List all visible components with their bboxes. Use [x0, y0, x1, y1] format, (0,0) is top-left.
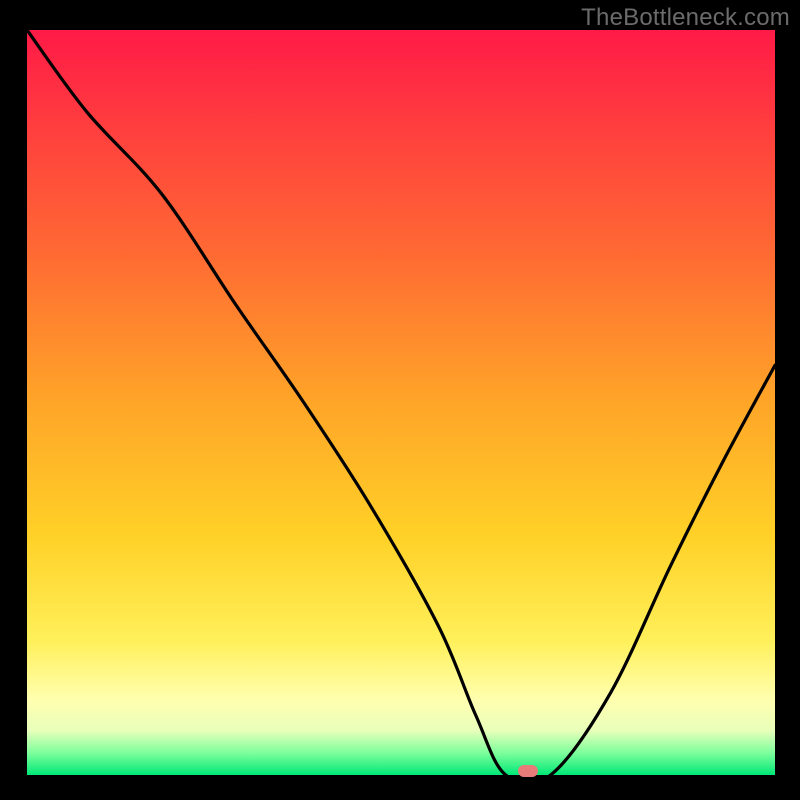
plot-area: [27, 30, 775, 775]
bottleneck-curve: [27, 30, 775, 775]
watermark-text: TheBottleneck.com: [581, 4, 790, 32]
optimal-marker: [518, 765, 538, 777]
chart-frame: TheBottleneck.com: [0, 0, 800, 800]
